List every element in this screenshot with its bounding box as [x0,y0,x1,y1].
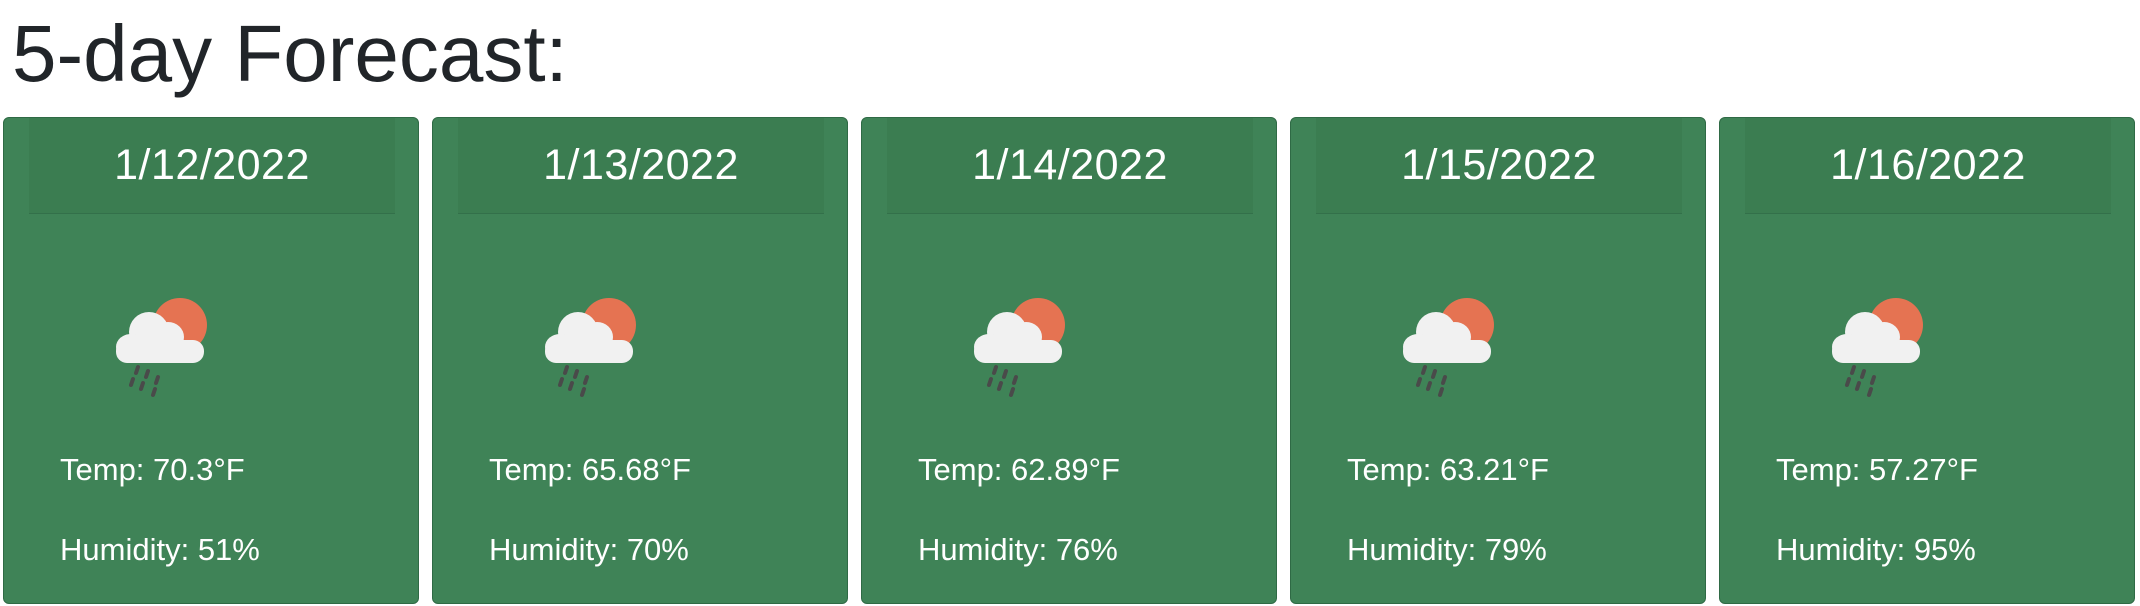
rain-cloud-sun-icon [1832,298,1923,397]
temperature-text: Temp: 70.3°F [60,452,245,487]
forecast-card: 1/15/2022 Temp: 63.21°F Humidity: 79% [1290,117,1706,604]
forecast-heading: 5-day Forecast: [12,9,568,98]
temperature-text: Temp: 57.27°F [1776,452,1978,487]
humidity-text: Humidity: 76% [918,532,1118,567]
forecast-cards: 1/12/2022 Temp: 70.3°F Humidity: 51% 1/1… [3,117,2140,604]
humidity-text: Humidity: 70% [489,532,689,567]
forecast-date: 1/15/2022 [1401,141,1597,189]
rain-cloud-sun-icon [974,298,1065,397]
humidity-text: Humidity: 95% [1776,532,1976,567]
forecast-date: 1/14/2022 [972,141,1168,189]
forecast-date: 1/16/2022 [1830,141,2026,189]
forecast-date: 1/13/2022 [543,141,739,189]
rain-cloud-sun-icon [545,298,636,397]
forecast-date: 1/12/2022 [114,141,310,189]
temperature-text: Temp: 63.21°F [1347,452,1549,487]
humidity-text: Humidity: 79% [1347,532,1547,567]
forecast-card: 1/13/2022 Temp: 65.68°F Humidity: 70% [432,117,848,604]
card-header: 1/13/2022 [458,118,824,214]
rain-cloud-sun-icon [1403,298,1494,397]
forecast-card: 1/16/2022 Temp: 57.27°F Humidity: 95% [1719,117,2135,604]
card-header: 1/14/2022 [887,118,1253,214]
rain-cloud-sun-icon [116,298,207,397]
temperature-text: Temp: 62.89°F [918,452,1120,487]
forecast-card: 1/12/2022 Temp: 70.3°F Humidity: 51% [3,117,419,604]
card-header: 1/12/2022 [29,118,395,214]
card-header: 1/15/2022 [1316,118,1682,214]
card-header: 1/16/2022 [1745,118,2111,214]
humidity-text: Humidity: 51% [60,532,260,567]
temperature-text: Temp: 65.68°F [489,452,691,487]
forecast-card: 1/14/2022 Temp: 62.89°F Humidity: 76% [861,117,1277,604]
